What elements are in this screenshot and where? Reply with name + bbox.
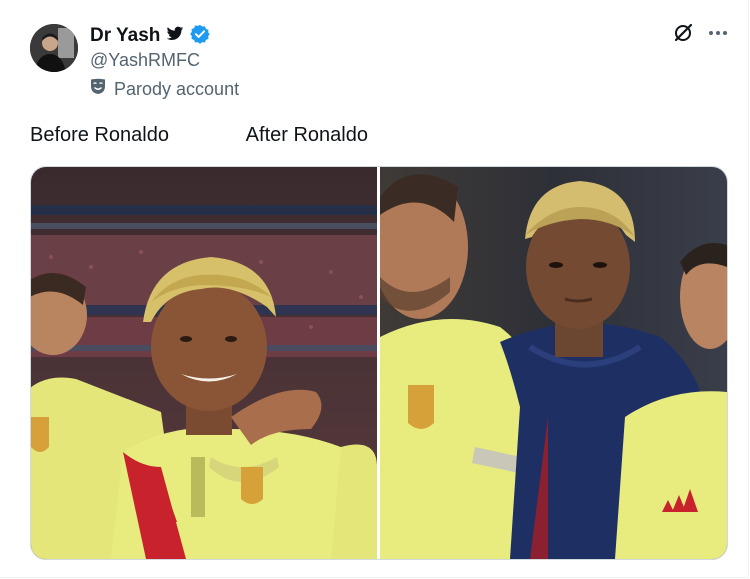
parody-label: Parody account: [90, 78, 239, 100]
tweet-media[interactable]: [30, 166, 728, 560]
top-actions: [672, 22, 728, 44]
avatar[interactable]: [30, 24, 78, 72]
parody-label-text: Parody account: [114, 78, 240, 99]
author-handle[interactable]: @YashRMFC: [90, 50, 200, 71]
tweet-text: Before Ronaldo After Ronaldo: [30, 124, 368, 146]
twitter-bird-icon: [166, 26, 184, 47]
author-name-row[interactable]: Dr Yash: [90, 24, 211, 49]
parody-mask-icon: [90, 78, 106, 100]
more-options-icon[interactable]: [708, 30, 728, 36]
grok-icon[interactable]: [672, 22, 694, 44]
media-image-before[interactable]: [31, 167, 377, 559]
display-name[interactable]: Dr Yash: [90, 25, 160, 47]
media-image-after[interactable]: [380, 167, 727, 559]
verified-badge-icon[interactable]: [190, 24, 211, 49]
